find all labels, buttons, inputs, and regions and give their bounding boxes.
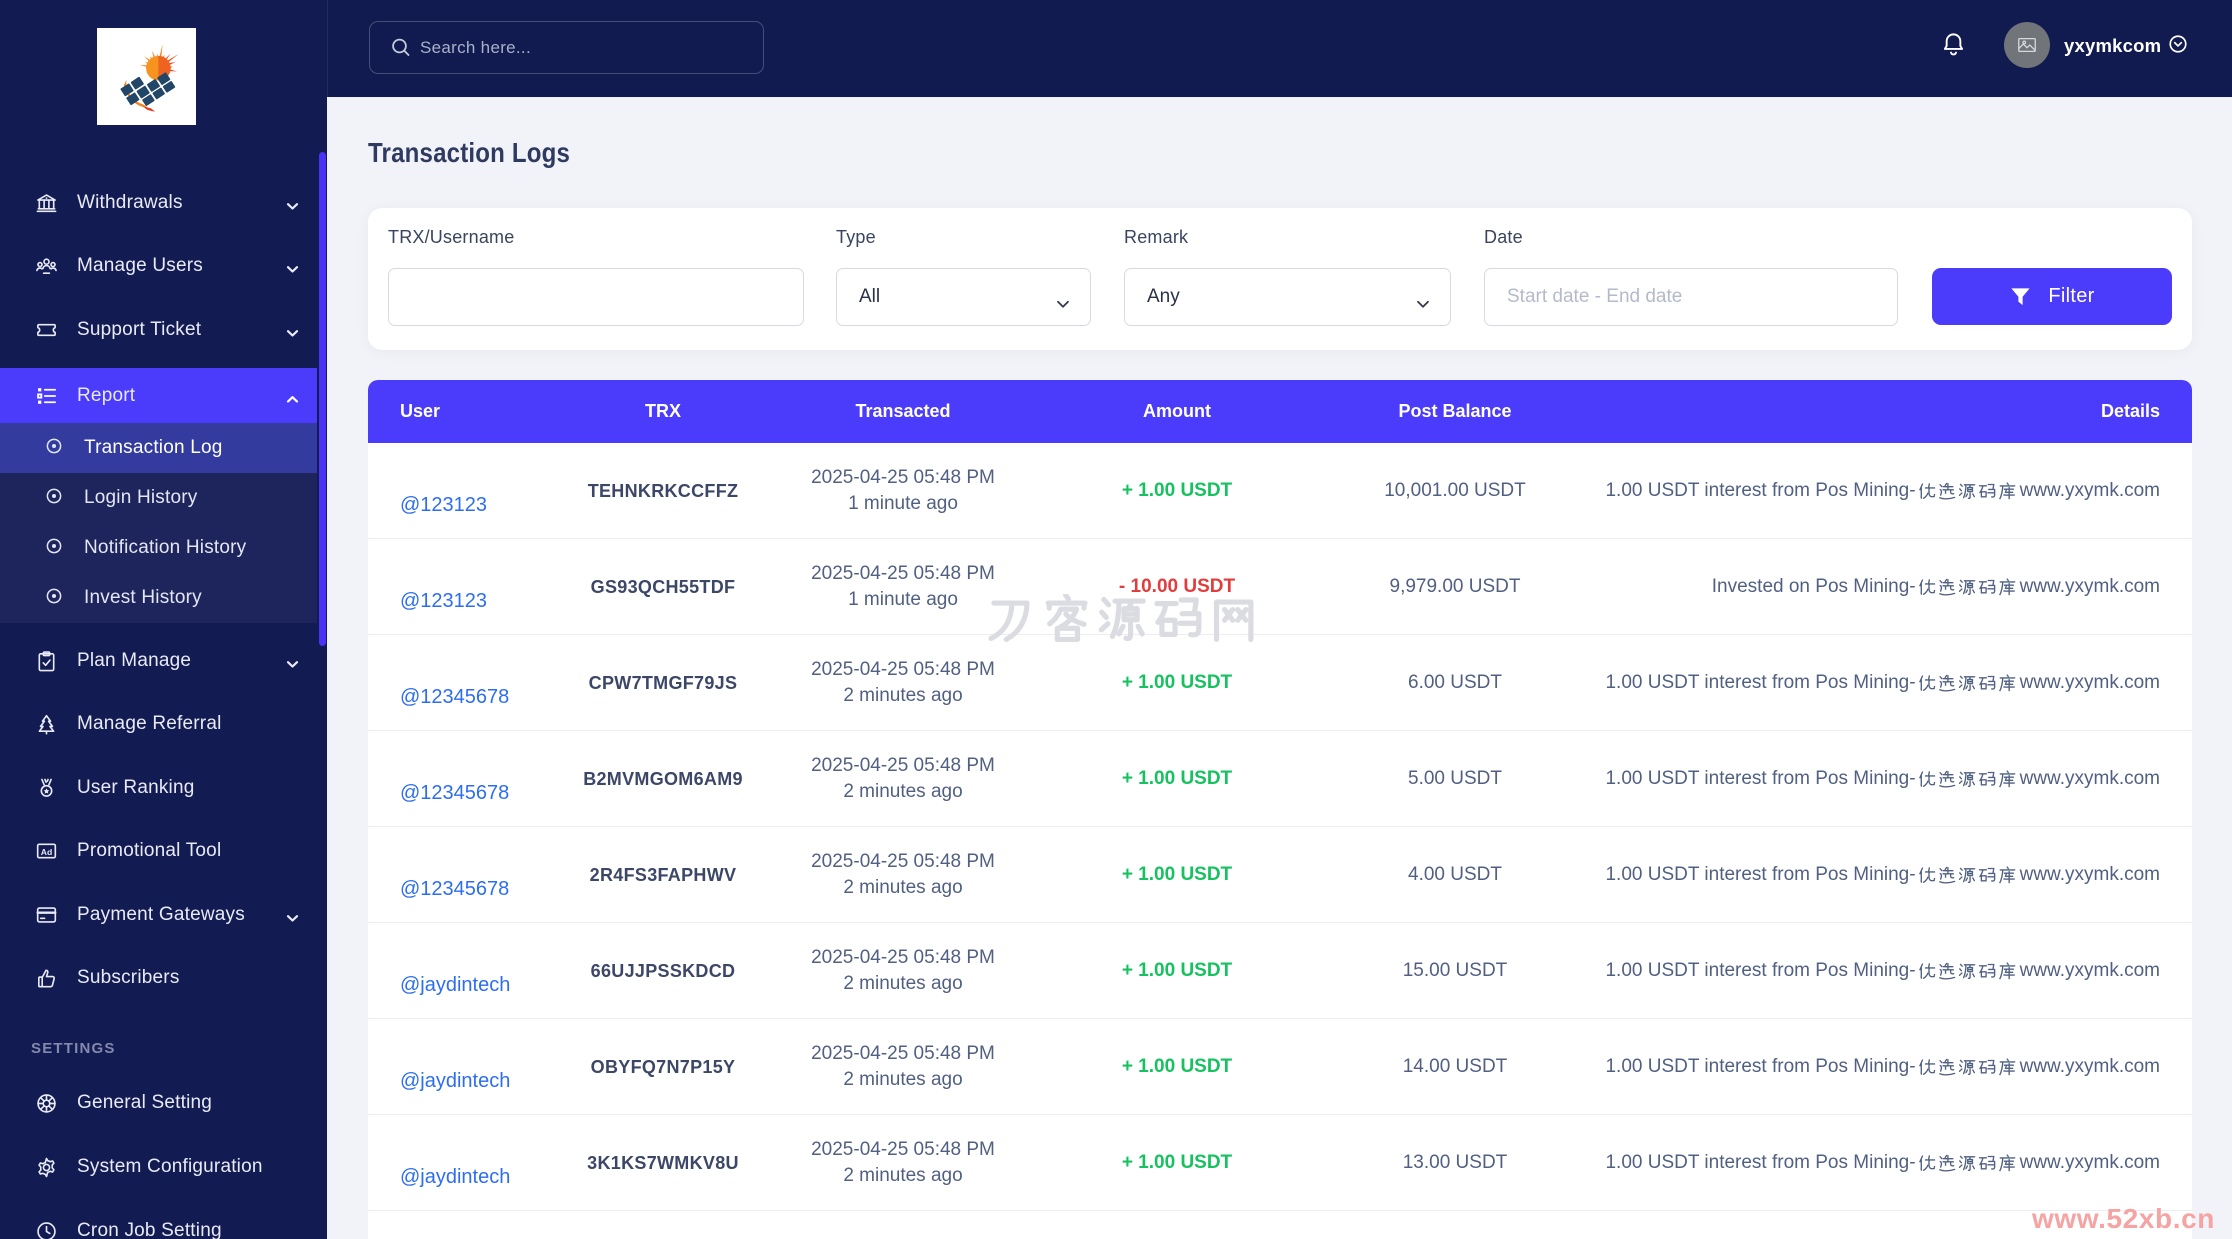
svg-text:Ad: Ad	[41, 847, 52, 857]
